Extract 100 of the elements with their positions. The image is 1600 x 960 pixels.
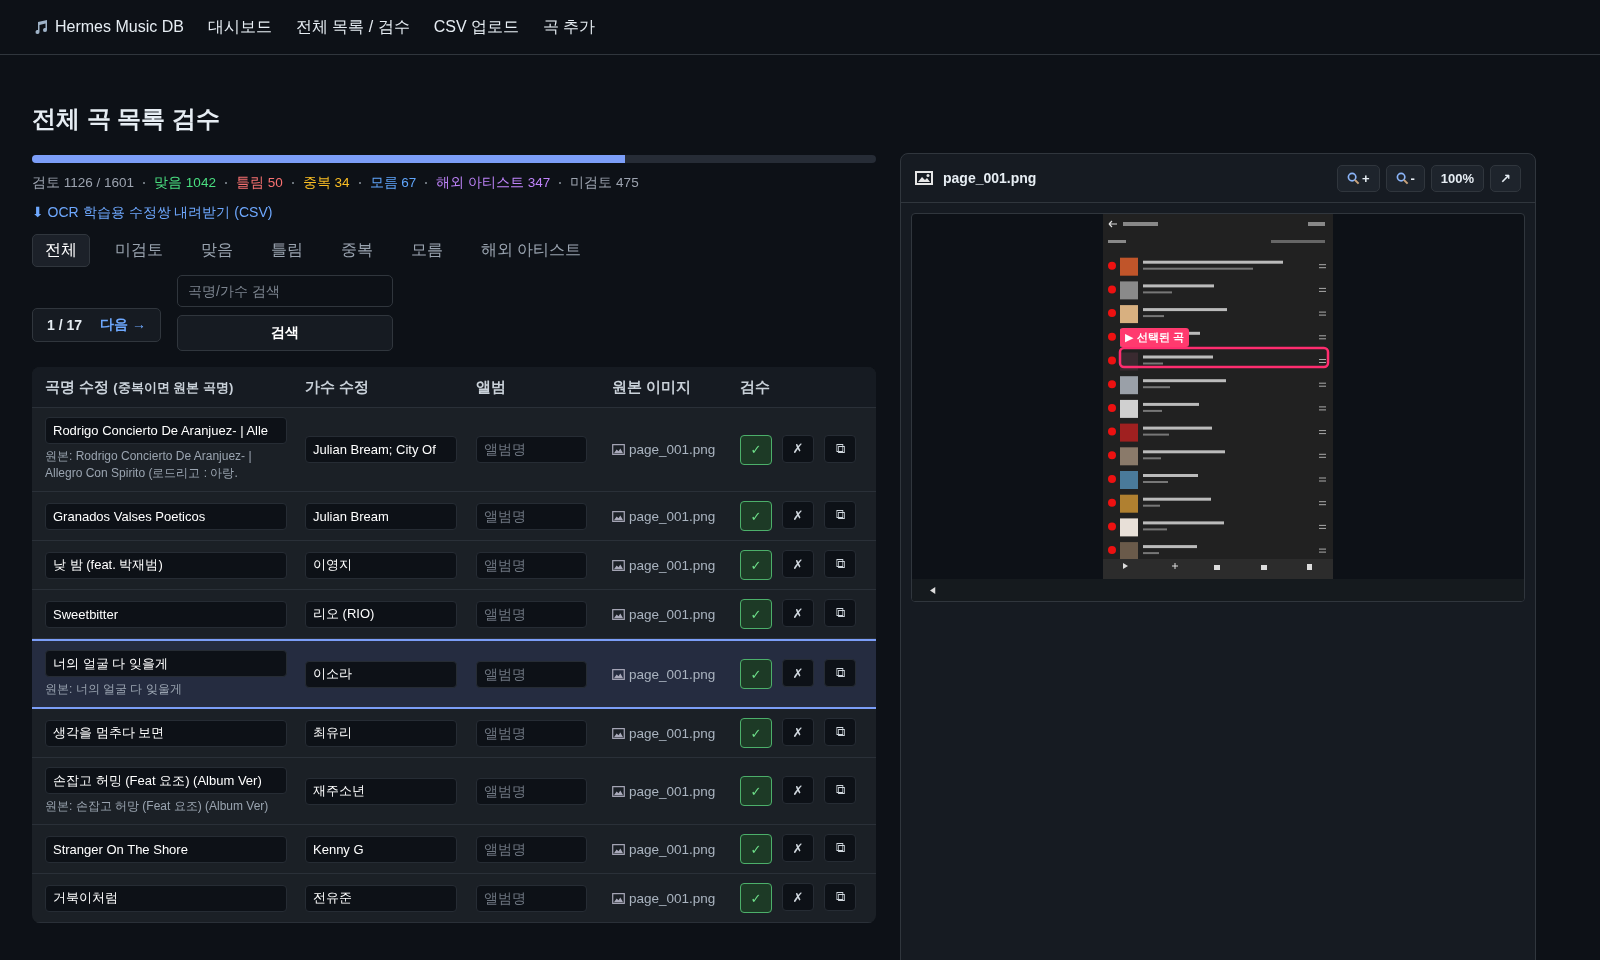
title-field[interactable]: 너의 얼굴 다 잊을게 [45,650,287,677]
filter-tab[interactable]: 중복 [328,234,386,267]
duplicate-button[interactable]: ⧉ [824,883,856,911]
nav-link[interactable]: 전체 목록 / 검수 [295,16,410,38]
approve-button[interactable]: ✓ [740,599,772,629]
filter-tab[interactable]: 맞음 [188,234,246,267]
singer-field[interactable]: 리오 (RIO) [305,600,457,628]
image-link[interactable]: page_001.png [629,841,716,857]
singer-field[interactable]: 이영지 [305,551,457,579]
singer-field[interactable]: Julian Bream [305,502,457,530]
singer-field[interactable]: 전유준 [305,884,457,912]
image-link[interactable]: page_001.png [629,442,716,457]
reject-button[interactable]: ✗ [782,434,814,463]
duplicate-button[interactable]: ⧉ [824,776,856,804]
title-field[interactable]: Stranger On The Shore [45,835,287,863]
image-icon [612,892,625,904]
approve-button[interactable]: ✓ [740,718,772,748]
title-field[interactable]: 손잡고 허밍 (Feat 요조) (Album Ver) [45,767,287,794]
image-icon [612,668,625,680]
search-field[interactable]: 곡명/가수 검색 [176,275,393,307]
stat-item: 중복 34 [302,174,350,192]
reject-button[interactable]: ✗ [782,501,814,529]
original-title-note: 원본: 너의 얼굴 다 잊울게 [45,681,183,698]
duplicate-button[interactable]: ⧉ [824,434,856,463]
reject-button[interactable]: ✗ [782,718,814,746]
album-field[interactable]: 앨범명 [476,436,587,463]
selected-song-badge: ▶ 선택된 곡 [1120,328,1189,347]
search-button[interactable]: 검색 [176,315,393,351]
duplicate-button[interactable]: ⧉ [824,659,856,687]
image-icon [915,171,933,185]
title-field[interactable]: Granados Valses Poeticos [45,502,287,530]
image-icon [612,444,625,455]
duplicate-button[interactable]: ⧉ [824,550,856,578]
column-header: 원본 이미지 [612,377,693,397]
approve-button[interactable]: ✓ [740,776,772,806]
reject-button[interactable]: ✗ [782,599,814,627]
filter-tab[interactable]: 틀림 [258,234,316,267]
filter-tab[interactable]: 모름 [398,234,456,267]
approve-button[interactable]: ✓ [740,659,772,689]
approve-button[interactable]: ✓ [740,883,772,913]
approve-button[interactable]: ✓ [740,834,772,864]
nav-link[interactable]: CSV 업로드 [433,16,520,38]
viewer-button[interactable]: + [1336,164,1380,192]
scroll-left-icon[interactable] [930,586,937,594]
image-link[interactable]: page_001.png [629,508,716,524]
nav-link[interactable]: 곡 추가 [543,16,596,38]
singer-field[interactable]: Kenny G [305,835,457,863]
singer-field[interactable]: 재주소년 [305,777,457,805]
image-link[interactable]: page_001.png [629,890,716,906]
title-field[interactable]: Sweetbitter [45,600,287,628]
reject-button[interactable]: ✗ [782,776,814,804]
approve-button[interactable]: ✓ [740,550,772,580]
page-indicator: 1 / 17 [47,317,83,333]
image-icon [612,559,625,571]
title-field[interactable]: 생각을 멈추다 보면 [45,719,287,747]
album-field[interactable]: 앨범명 [476,600,587,628]
album-field[interactable]: 앨범명 [476,835,587,863]
duplicate-button[interactable]: ⧉ [824,718,856,746]
viewer-button[interactable]: 100% [1430,164,1485,192]
reject-button[interactable]: ✗ [782,659,814,687]
column-header: 가수 수정 [305,377,371,397]
column-header: 앨범 [476,377,507,397]
album-field[interactable]: 앨범명 [476,502,587,530]
next-link[interactable]: 다음 → [100,316,146,334]
singer-field[interactable]: 최유리 [305,719,457,747]
filter-tab[interactable]: 해외 아티스트 [468,234,595,267]
viewer-button[interactable]: - [1385,164,1425,192]
duplicate-button[interactable]: ⧉ [824,834,856,862]
album-field[interactable]: 앨범명 [476,719,587,747]
title-field[interactable]: 거북이처럼 [45,884,287,912]
duplicate-button[interactable]: ⧉ [824,599,856,627]
filter-tab[interactable]: 전체 [32,234,90,267]
brand-link[interactable]: Hermes Music DB [55,18,184,36]
reject-button[interactable]: ✗ [782,550,814,578]
album-field[interactable]: 앨범명 [476,884,587,912]
nav-link[interactable]: 대시보드 [207,16,272,38]
image-link[interactable]: page_001.png [629,557,716,573]
reject-button[interactable]: ✗ [782,834,814,862]
filter-tab[interactable]: 미검토 [102,234,176,267]
image-link[interactable]: page_001.png [629,606,716,622]
stat-item: 검토 1126 / 1601 [32,174,135,192]
album-field[interactable]: 앨범명 [476,660,587,688]
title-field[interactable]: 낮 밤 (feat. 박재범) [45,551,287,579]
page-title: 전체 곡 목록 검수 [32,104,221,134]
image-link[interactable]: page_001.png [629,725,716,741]
viewer-button[interactable]: ↗ [1490,164,1521,192]
album-field[interactable]: 앨범명 [476,551,587,579]
approve-button[interactable]: ✓ [740,434,772,465]
singer-field[interactable]: 이소라 [305,660,457,688]
approve-button[interactable]: ✓ [740,501,772,531]
title-field[interactable]: Rodrigo Concierto De Aranjuez- | Alle [45,417,287,444]
image-icon [612,843,625,855]
image-link[interactable]: page_001.png [629,666,716,682]
duplicate-button[interactable]: ⧉ [824,501,856,529]
stat-item: 맞음 1042 [154,174,216,192]
album-field[interactable]: 앨범명 [476,777,587,805]
reject-button[interactable]: ✗ [782,883,814,911]
image-link[interactable]: page_001.png [629,783,716,799]
singer-field[interactable]: Julian Bream; City Of [305,436,457,463]
download-link[interactable]: ⬇ OCR 학습용 수정쌍 내려받기 (CSV) [32,204,876,222]
